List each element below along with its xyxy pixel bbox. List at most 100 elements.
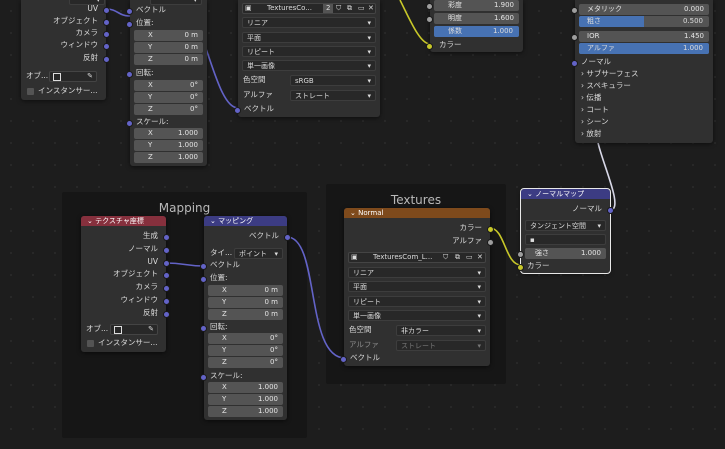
mapping-rot-x[interactable]: X 0°	[208, 333, 283, 344]
socket[interactable]	[200, 276, 207, 283]
bsdf-section-sheen[interactable]: › シーン	[581, 117, 609, 127]
socket[interactable]	[284, 234, 291, 241]
eyedropper-icon[interactable]: ✎	[87, 72, 93, 80]
mapping-loc-z[interactable]: Z0 m	[208, 309, 283, 320]
img-top-ext-dropdown[interactable]: リピート ▾	[242, 46, 376, 57]
bsdf-ior-field[interactable]: IOR 1.450	[571, 31, 709, 42]
socket[interactable]	[200, 325, 207, 332]
map-top-rot-y[interactable]: Y 0°	[134, 92, 203, 103]
nmap-strength-field[interactable]: 強さ 1.000	[517, 248, 606, 259]
tex-image-selector[interactable]: ▣ TexturesCom_L... ⛉ ⧉ ▭ ✕	[348, 252, 486, 263]
img-top-colorspace-dropdown[interactable]: sRGB ▾	[290, 75, 376, 86]
bsdf-metallic-field[interactable]: メタリック 0.000	[571, 4, 709, 15]
map-top-scale-y[interactable]: Y 1.000	[134, 140, 203, 151]
folder-icon[interactable]: ▭	[358, 4, 365, 13]
socket[interactable]	[487, 226, 494, 233]
shield-icon[interactable]: ⛉	[336, 4, 341, 13]
socket[interactable]	[103, 19, 110, 26]
bsdf-section-specular[interactable]: › スペキュラー	[581, 81, 631, 91]
mapping-node-top[interactable]: ▾ ベクトル 位置: X0 m Y0 m Z0 m 回転: X 0° Y 0° Z0…	[126, 0, 207, 166]
shield-icon[interactable]: ⛉	[443, 253, 448, 262]
socket[interactable]	[517, 251, 524, 258]
socket[interactable]	[571, 60, 578, 67]
tex-header[interactable]: ⌄ Normal	[344, 208, 490, 218]
tc-instancer[interactable]: インスタンサー...	[87, 338, 158, 348]
mapping-type-dropdown[interactable]: ポイント ▾	[234, 248, 283, 259]
principled-bsdf-node[interactable]: メタリック 0.000 粗さ 0.500 IOR 1.450 アルファ 1.000 ノー…	[571, 0, 713, 143]
duplicate-icon[interactable]: ⧉	[347, 4, 352, 13]
hsv-saturation-field[interactable]: 彩度 1.900	[426, 0, 519, 11]
socket[interactable]	[571, 34, 578, 41]
socket[interactable]	[340, 356, 347, 363]
tex-source-dropdown[interactable]: 単一画像 ▾	[348, 310, 486, 321]
close-icon[interactable]: ✕	[368, 4, 374, 13]
mapping-scale-z[interactable]: Z 1.000	[208, 406, 283, 417]
nmap-header[interactable]: ⌄ ノーマルマップ	[521, 189, 610, 199]
folder-icon[interactable]: ▭	[466, 253, 473, 262]
socket[interactable]	[607, 207, 614, 214]
mapping-rot-y[interactable]: Y 0°	[208, 345, 283, 356]
tex-ext-dropdown[interactable]: リピート ▾	[348, 296, 486, 307]
socket[interactable]	[426, 3, 433, 10]
socket[interactable]	[426, 16, 433, 23]
socket[interactable]	[426, 43, 433, 50]
texcoord-node-top[interactable]: ▾ UV オブジェクト カメラ ウィンドウ 反射 オブ... ✎ インスタンサー…	[21, 0, 110, 100]
mapping-loc-y[interactable]: Y0 m	[208, 297, 283, 308]
mapping-scale-x[interactable]: X 1.000	[208, 382, 283, 393]
nmap-space-dropdown[interactable]: タンジェント空間 ▾	[525, 220, 606, 231]
duplicate-icon[interactable]: ⧉	[455, 253, 460, 262]
instancer-checkbox[interactable]	[87, 339, 94, 347]
image-texture-node-top[interactable]: ▣ TexturesCo... 2 ⛉ ⧉ ▭ ✕ リニア ▾ 平面 ▾ リピート ▾…	[234, 0, 380, 117]
socket[interactable]	[103, 31, 110, 38]
bsdf-section-emission[interactable]: › 放射	[581, 129, 601, 139]
normal-map-node[interactable]: ⌄ ノーマルマップ ノーマル タンジェント空間 ▾ ▪ 強さ 1.000 カラー	[517, 188, 614, 274]
map-top-scale-x[interactable]: X 1.000	[134, 128, 203, 139]
image-texture-normal-node[interactable]: ⌄ Normal カラー アルファ ▣ TexturesCom_L... ⛉ ⧉…	[340, 208, 494, 366]
mapping-rot-z[interactable]: Z 0°	[208, 357, 283, 368]
socket[interactable]	[103, 56, 110, 63]
tex-proj-dropdown[interactable]: 平面 ▾	[348, 281, 486, 292]
bsdf-section-subsurface[interactable]: › サブサーフェス	[581, 69, 638, 79]
img-top-alpha-dropdown[interactable]: ストレート ▾	[290, 90, 376, 101]
socket[interactable]	[487, 239, 494, 246]
socket[interactable]	[126, 8, 133, 15]
socket[interactable]	[163, 285, 170, 292]
nmap-uvmap-field[interactable]: ▪	[525, 234, 606, 245]
hue-saturation-node[interactable]: 彩度 1.900 明度 1.600 係数 1.000 カラー	[426, 0, 523, 52]
socket[interactable]	[103, 7, 110, 14]
mapping-scale-y[interactable]: Y 1.000	[208, 394, 283, 405]
mapping-node[interactable]: ⌄ マッピング ベクトル タイ... ポイント ▾ ベクトル 位置: X0 m Y…	[200, 216, 291, 420]
socket[interactable]	[163, 234, 170, 241]
img-top-selector[interactable]: ▣ TexturesCo... 2 ⛉ ⧉ ▭ ✕	[242, 3, 376, 14]
socket[interactable]	[200, 263, 207, 270]
img-top-users[interactable]: 2	[323, 4, 334, 13]
tex-interp-dropdown[interactable]: リニア ▾	[348, 267, 486, 278]
tc-header[interactable]: ⌄ テクスチャ座標	[81, 216, 166, 226]
img-top-source-dropdown[interactable]: 単一画像 ▾	[242, 60, 376, 71]
socket[interactable]	[163, 247, 170, 254]
bsdf-section-transmission[interactable]: › 伝播	[581, 93, 601, 103]
socket[interactable]	[126, 120, 133, 127]
socket[interactable]	[126, 71, 133, 78]
socket[interactable]	[163, 272, 170, 279]
socket[interactable]	[234, 107, 241, 114]
close-icon[interactable]: ✕	[477, 253, 483, 262]
hsv-factor-slider[interactable]: 係数 1.000	[434, 26, 519, 37]
map-top-loc-z[interactable]: Z0 m	[134, 54, 203, 65]
hsv-value-field[interactable]: 明度 1.600	[426, 13, 519, 24]
eyedropper-icon[interactable]: ✎	[148, 325, 154, 333]
socket[interactable]	[200, 374, 207, 381]
img-top-proj-dropdown[interactable]: 平面 ▾	[242, 32, 376, 43]
socket[interactable]	[103, 43, 110, 50]
map-top-loc-x[interactable]: X0 m	[134, 30, 203, 41]
tc-object-field[interactable]: ✎	[110, 324, 158, 335]
tc-top-object-field[interactable]: ✎	[49, 71, 97, 82]
bsdf-section-coat[interactable]: › コート	[581, 105, 609, 115]
socket[interactable]	[163, 298, 170, 305]
socket[interactable]	[571, 7, 578, 14]
socket[interactable]	[517, 264, 524, 271]
tex-colorspace-dropdown[interactable]: 非カラー ▾	[396, 325, 486, 336]
mapping-loc-x[interactable]: X0 m	[208, 285, 283, 296]
instancer-checkbox[interactable]	[27, 87, 34, 95]
socket[interactable]	[126, 21, 133, 28]
